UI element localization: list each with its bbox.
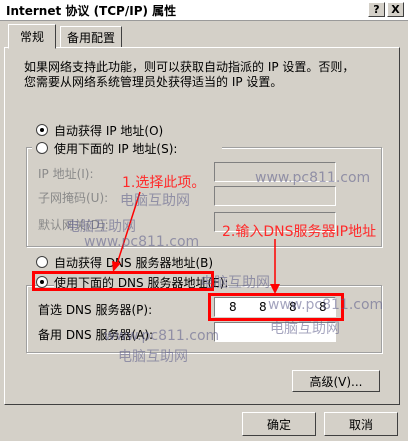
annotation-step2: 2.输入DNS服务器IP地址	[222, 224, 377, 240]
arrow-step2-head	[270, 284, 280, 294]
watermark: 电脑互助网	[66, 219, 136, 235]
annotation-step1: 1.选择此项。	[122, 175, 206, 191]
arrow-step1-head	[112, 261, 121, 272]
watermark: 电脑互助网	[200, 275, 270, 291]
watermark: 电脑互助网	[118, 349, 188, 365]
watermark: www.pc811.com	[104, 328, 220, 344]
watermark: www.pc811.com	[84, 234, 200, 250]
watermark: www.pc811.com	[255, 170, 371, 186]
tab-general[interactable]: 常规	[8, 24, 56, 49]
watermark: 电脑互助网	[270, 321, 340, 337]
watermark: 电脑互助网	[120, 193, 190, 209]
watermark: www.pc811.com	[268, 297, 384, 313]
